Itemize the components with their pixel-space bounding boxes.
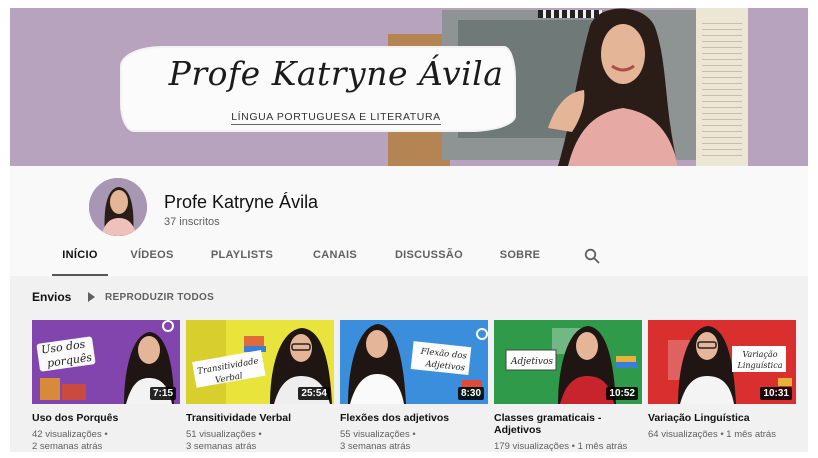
video-shelf: Uso dos porquês 7:15 Uso dos Porquês 42 … (32, 320, 808, 452)
video-age: 3 semanas atrás (186, 441, 257, 452)
video-card[interactable]: Adjetivos 10:52 Classes gramaticais - Ad… (494, 320, 642, 452)
thumbnail-text: Transitividade Verbal (197, 356, 260, 386)
section-title: Envios (32, 290, 72, 304)
play-all-label: REPRODUZIR TODOS (105, 291, 215, 303)
video-thumbnail[interactable]: Uso dos porquês 7:15 (32, 320, 180, 404)
thumb-line-1: Variação (742, 350, 777, 359)
video-views: 51 visualizações • (186, 429, 262, 440)
video-age: 2 semanas atrás (32, 441, 103, 452)
video-views: 179 visualizações • 1 mês atrás (494, 441, 628, 452)
channel-page: Profe Katryne Ávila LÍNGUA PORTUGUESA E … (10, 8, 808, 452)
tab-inicio[interactable]: INÍCIO (52, 244, 108, 276)
thumbnail-text: Variação Linguística (737, 350, 783, 370)
video-thumbnail[interactable]: Adjetivos 10:52 (494, 320, 642, 404)
tab-discussao[interactable]: DISCUSSÃO (394, 244, 464, 276)
tab-sobre[interactable]: SOBRE (496, 244, 544, 276)
video-views: 64 visualizações • 1 mês atrás (648, 429, 776, 440)
banner-tagline: LÍNGUA PORTUGUESA E LITERATURA (231, 111, 441, 125)
video-card[interactable]: Flexão dos Adjetivos 8:30 Flexões dos ad… (340, 320, 488, 452)
video-duration: 25:54 (298, 387, 330, 400)
channel-tabs: INÍCIO VÍDEOS PLAYLISTS CANAIS DISCUSSÃO… (10, 244, 808, 276)
banner-title: Profe Katryne Ávila (168, 54, 504, 93)
uploads-section: Envios REPRODUZIR TODOS Uso dos porquês … (10, 276, 808, 452)
thumb-line-2: Verbal (214, 371, 243, 386)
tab-canais[interactable]: CANAIS (310, 244, 360, 276)
video-thumbnail[interactable]: Flexão dos Adjetivos 8:30 (340, 320, 488, 404)
video-age: 3 semanas atrás (340, 441, 411, 452)
video-card[interactable]: Uso dos porquês 7:15 Uso dos Porquês 42 … (32, 320, 180, 452)
video-duration: 10:31 (760, 387, 792, 400)
channel-name: Profe Katryne Ávila (164, 192, 319, 212)
tab-videos[interactable]: VÍDEOS (126, 244, 178, 276)
video-title[interactable]: Classes gramaticais - Adjetivos (494, 412, 640, 436)
video-views: 42 visualizações • (32, 429, 108, 440)
thumb-line-2: Linguística (737, 361, 783, 370)
video-title[interactable]: Uso dos Porquês (32, 412, 178, 424)
play-all-button[interactable]: REPRODUZIR TODOS (88, 289, 214, 305)
channel-banner: Profe Katryne Ávila LÍNGUA PORTUGUESA E … (10, 8, 808, 166)
avatar-photo (89, 178, 147, 236)
play-icon (88, 292, 95, 302)
thumb-line-1: Adjetivos (510, 357, 553, 367)
video-card[interactable]: Variação Linguística 10:31 Variação Ling… (648, 320, 796, 452)
avatar[interactable] (89, 178, 147, 236)
banner-person-photo (548, 8, 678, 166)
channel-header: Profe Katryne Ávila 37 inscritos INÍCIO … (10, 166, 808, 276)
thumbnail-text: Uso dos porquês (40, 338, 93, 370)
video-duration: 10:52 (606, 387, 638, 400)
thumb-line-2: Adjetivos (424, 359, 466, 373)
thumbnail-text: Adjetivos (510, 357, 553, 367)
video-card[interactable]: Transitividade Verbal 25:54 Transitivida… (186, 320, 334, 452)
subscriber-count: 37 inscritos (164, 216, 220, 228)
video-thumbnail[interactable]: Transitividade Verbal 25:54 (186, 320, 334, 404)
video-title[interactable]: Variação Linguística (648, 412, 794, 424)
video-duration: 7:15 (149, 387, 176, 400)
video-duration: 8:30 (457, 387, 484, 400)
video-title[interactable]: Flexões dos adjetivos (340, 412, 486, 424)
thumbnail-text: Flexão dos Adjetivos (419, 346, 468, 374)
search-icon[interactable] (584, 248, 600, 264)
newspaper-decoration (696, 8, 748, 166)
video-title[interactable]: Transitividade Verbal (186, 412, 332, 424)
video-views: 55 visualizações • (340, 429, 416, 440)
video-thumbnail[interactable]: Variação Linguística 10:31 (648, 320, 796, 404)
tab-playlists[interactable]: PLAYLISTS (210, 244, 274, 276)
